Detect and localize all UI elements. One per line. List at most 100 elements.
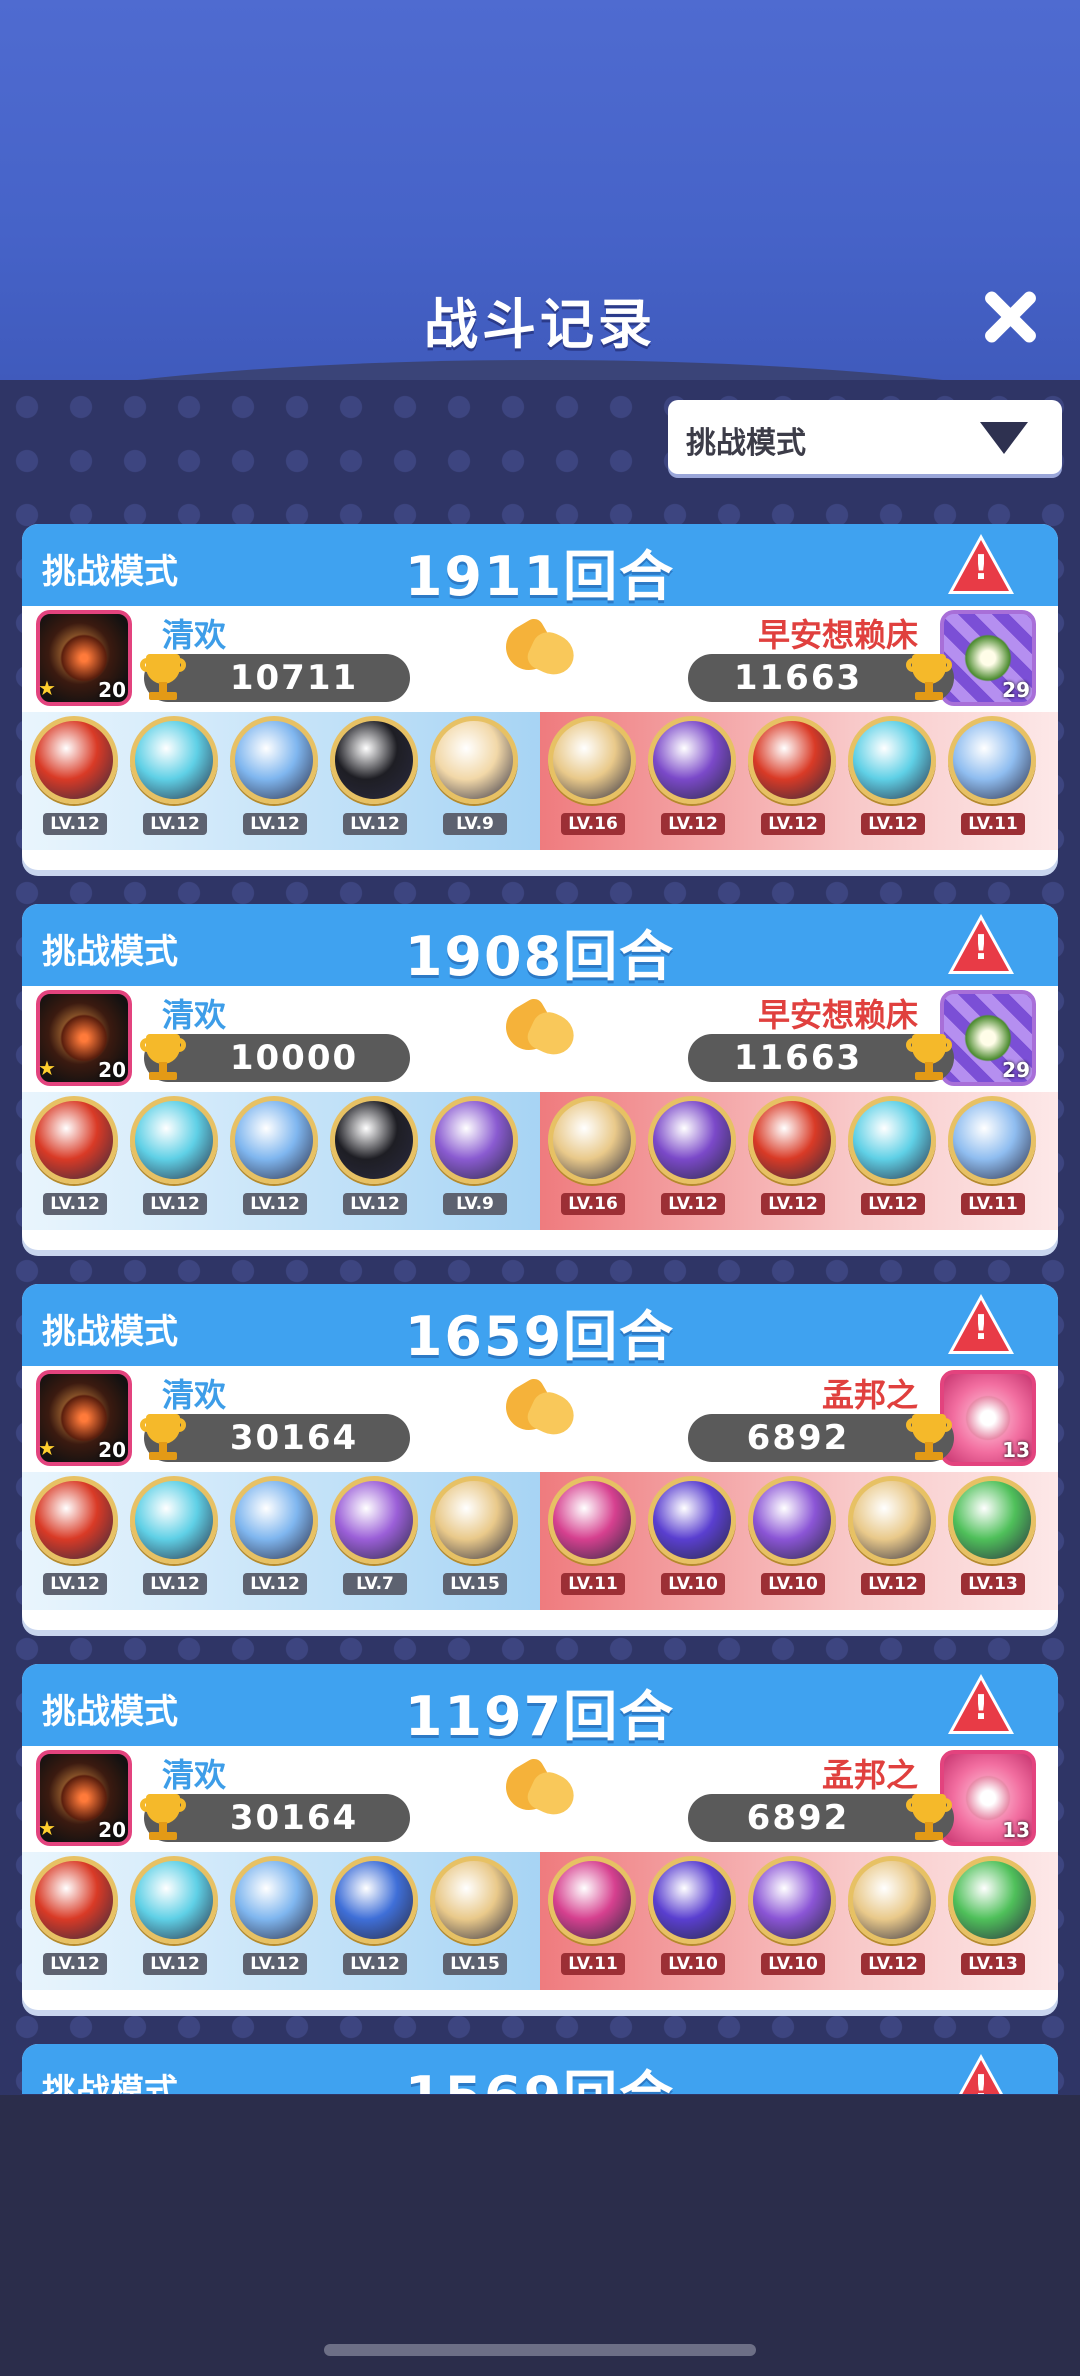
warning-mark: ! [973,548,989,588]
opponent-team: LV.16 LV.12 LV.12 LV.12 LV.11 [540,712,1058,850]
character-orb-icon[interactable]: LV.9 [430,1096,518,1215]
battle-record-card[interactable]: 挑战模式1569回合! [22,2044,1058,2094]
player-avatar[interactable]: ★ 20 [36,610,132,706]
character-orb-icon[interactable]: LV.12 [130,716,218,835]
opponent-avatar[interactable]: 29 [940,610,1036,706]
character-orb-icon[interactable]: LV.12 [30,1096,118,1215]
opponent-avatar[interactable]: 13 [940,1370,1036,1466]
report-warning-icon[interactable]: ! [948,1674,1014,1736]
opponent-level: 29 [1002,1058,1030,1082]
score-value: 6892 [746,1798,850,1838]
character-orb-icon[interactable]: LV.15 [430,1856,518,1975]
report-warning-icon[interactable]: ! [948,1294,1014,1356]
character-level: LV.12 [861,813,925,835]
trophy-base [915,1072,943,1080]
character-orb-icon[interactable]: LV.12 [748,1096,836,1215]
report-warning-icon[interactable]: ! [948,914,1014,976]
trophy-stem [159,1822,167,1832]
character-level: LV.9 [443,813,507,835]
character-orb-icon[interactable]: LV.15 [430,1476,518,1595]
character-orb-icon[interactable]: LV.12 [848,1856,936,1975]
character-orb-icon[interactable]: LV.10 [748,1476,836,1595]
page-title: 战斗记录 [424,293,656,356]
opponent-trophy-score: 6892 [688,1414,954,1462]
character-orb-icon[interactable]: LV.12 [30,1476,118,1595]
character-orb-icon[interactable]: LV.12 [130,1856,218,1975]
player-avatar[interactable]: ★ 20 [36,990,132,1086]
record-rounds: 1659回合 [404,1305,676,1368]
card-header: 挑战模式 1908回合! [22,904,1058,988]
handshake-icon [497,1375,581,1446]
character-orb-icon[interactable]: LV.12 [848,1096,936,1215]
character-orb-icon[interactable]: LV.11 [948,716,1036,835]
character-orb-icon[interactable]: LV.9 [430,716,518,835]
battle-record-card[interactable]: 挑战模式 1197回合! ★ 20 清欢 30164 13 孟邦之 6892 LV.12 LV.12… [22,1664,1058,2010]
character-orb-icon[interactable]: LV.16 [548,1096,636,1215]
home-indicator[interactable] [324,2344,756,2356]
opponent-avatar[interactable]: 13 [940,1750,1036,1846]
character-orb-icon[interactable]: LV.12 [230,1096,318,1215]
mode-filter-value: 挑战模式 [686,426,806,461]
character-orb-icon[interactable]: LV.12 [848,716,936,835]
trophy-icon [138,1410,188,1464]
avatar-face [962,1772,1014,1824]
character-orb-icon[interactable]: LV.11 [948,1096,1036,1215]
character-orb-icon[interactable]: LV.10 [648,1856,736,1975]
character-level: LV.11 [961,1193,1025,1215]
character-orb-icon[interactable]: LV.12 [130,1476,218,1595]
battle-record-card[interactable]: 挑战模式 1911回合! ★ 20 清欢 10711 29 早安想赖床 11663 LV.12 LV… [22,524,1058,870]
character-orb-icon[interactable]: LV.12 [648,1096,736,1215]
character-orb-icon[interactable]: LV.13 [948,1476,1036,1595]
character-orb-icon[interactable]: LV.10 [748,1856,836,1975]
character-orb-icon[interactable]: LV.12 [230,1856,318,1975]
character-level: LV.11 [561,1573,625,1595]
score-value: 11663 [733,658,863,698]
report-warning-icon[interactable]: ! [948,534,1014,596]
dropdown-triangle-icon [980,422,1028,454]
trophy-stem [925,682,933,692]
character-orb-icon[interactable]: LV.12 [230,716,318,835]
report-warning-icon[interactable]: ! [948,2054,1014,2094]
player-avatar[interactable]: ★ 20 [36,1750,132,1846]
character-level: LV.12 [861,1193,925,1215]
character-orb-icon[interactable]: LV.12 [330,1096,418,1215]
character-level: LV.15 [443,1953,507,1975]
character-orb-icon[interactable]: LV.11 [548,1476,636,1595]
warning-mark: ! [973,1688,989,1728]
character-orb-icon[interactable]: LV.12 [230,1476,318,1595]
trophy-base [149,1072,177,1080]
character-orb-icon[interactable]: LV.16 [548,716,636,835]
character-level: LV.12 [861,1953,925,1975]
card-header: 挑战模式 1911回合! [22,524,1058,608]
player-level: 20 [98,1058,126,1082]
opponent-avatar[interactable]: 29 [940,990,1036,1086]
character-orb-icon[interactable]: LV.12 [648,716,736,835]
character-level: LV.12 [243,1953,307,1975]
character-orb-icon[interactable]: LV.10 [648,1476,736,1595]
trophy-cup [146,1414,180,1444]
character-orb-icon[interactable]: LV.12 [848,1476,936,1595]
character-level: LV.12 [143,813,207,835]
character-level: LV.13 [961,1573,1025,1595]
close-icon[interactable] [978,286,1038,346]
character-orb-icon[interactable]: LV.12 [330,716,418,835]
mode-filter-dropdown[interactable]: 挑战模式 [668,400,1062,474]
trophy-cup [146,654,180,684]
trophy-cup [912,654,946,684]
battle-record-card[interactable]: 挑战模式 1659回合! ★ 20 清欢 30164 13 孟邦之 6892 LV.12 LV.12… [22,1284,1058,1630]
character-orb-icon[interactable]: LV.7 [330,1476,418,1595]
warning-mark: ! [973,1308,989,1348]
player-avatar[interactable]: ★ 20 [36,1370,132,1466]
character-orb-icon[interactable]: LV.12 [330,1856,418,1975]
character-orb-icon[interactable]: LV.12 [748,716,836,835]
character-orb-icon[interactable]: LV.12 [130,1096,218,1215]
record-rounds: 1908回合 [404,925,676,988]
battle-record-card[interactable]: 挑战模式 1908回合! ★ 20 清欢 10000 29 早安想赖床 11663 LV.12 LV… [22,904,1058,1250]
character-orb-icon[interactable]: LV.13 [948,1856,1036,1975]
character-orb-icon[interactable]: LV.11 [548,1856,636,1975]
character-orb-icon[interactable]: LV.12 [30,716,118,835]
character-level: LV.9 [443,1193,507,1215]
trophy-icon [138,1790,188,1844]
battle-record-list[interactable]: 挑战模式 1911回合! ★ 20 清欢 10711 29 早安想赖床 11663 LV.12 LV… [22,524,1058,2094]
character-orb-icon[interactable]: LV.12 [30,1856,118,1975]
